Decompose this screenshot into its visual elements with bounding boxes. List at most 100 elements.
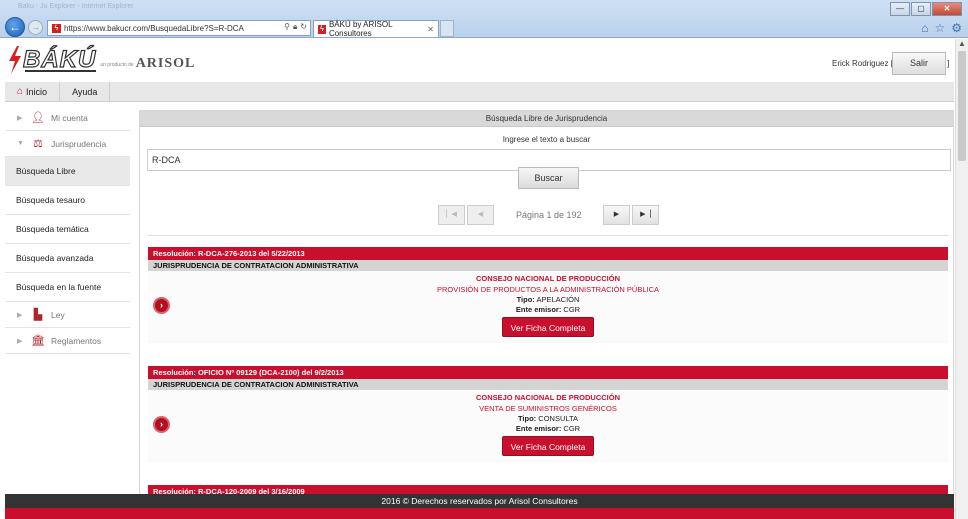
footer-band: [5, 508, 954, 519]
sidebar-item-label: Búsqueda avanzada: [16, 253, 94, 263]
search-prompt: Ingrese el texto a buscar: [502, 135, 591, 144]
expand-arrow-icon[interactable]: ›: [153, 297, 170, 314]
first-page-button[interactable]: ▏◀: [438, 205, 465, 225]
window-title: Baku - Ju Explorer - Internet Explorer: [18, 3, 134, 10]
expand-arrow-icon[interactable]: ›: [153, 416, 170, 433]
user-name: Erick Rodriguez [: [832, 59, 893, 68]
logo-text: BÁKÚ: [22, 45, 97, 74]
prev-page-icon: ◀: [477, 211, 484, 218]
browser-toolbar: ⌂ ☆ ⚙: [921, 21, 962, 35]
tab-close-icon[interactable]: ✕: [427, 25, 434, 34]
user-icon: 👤︎: [31, 111, 45, 124]
address-url[interactable]: https://www.bakucr.com/BusquedaLibre?S=R…: [64, 24, 244, 33]
chevron-right-icon: ▶: [17, 337, 23, 345]
lock-icon[interactable]: 🔒︎: [293, 22, 297, 32]
user-bracket: ]: [947, 59, 950, 68]
home-icon: ⌂: [17, 86, 24, 97]
result-org: CONSEJO NACIONAL DE PRODUCCIÓN: [475, 393, 621, 402]
arisol-logo: ARISOL: [135, 56, 196, 71]
menu-home-label: Inicio: [26, 86, 48, 97]
search-icon[interactable]: ⚲: [284, 22, 290, 32]
sidebar-group-label: Ley: [51, 309, 65, 320]
browser-tab[interactable]: ϟ BÁKÚ by ARISOL Consultores ✕: [313, 20, 439, 38]
result-org: CONSEJO NACIONAL DE PRODUCCIÓN: [475, 274, 621, 283]
sidebar-item-busqueda-avanzada[interactable]: Búsqueda avanzada: [5, 244, 130, 273]
arrow-right-icon: →: [31, 22, 40, 32]
view-full-record-button[interactable]: Ver Ficha Completa: [501, 317, 595, 337]
result-tipo: Tipo: APELACIÓN: [148, 295, 948, 304]
result-description: VENTA DE SUMINISTROS GENÉRICOS: [479, 404, 617, 413]
emisor-label: Ente emisor:: [515, 305, 562, 314]
tipo-value: CONSULTA: [538, 414, 579, 423]
minimize-button[interactable]: —: [890, 2, 910, 16]
sidebar-group-label: Reglamentos: [51, 335, 102, 346]
result-category: JURISPRUDENCIA DE CONTRATACION ADMINISTR…: [148, 379, 948, 390]
tipo-label: Tipo:: [517, 414, 537, 423]
menu-home[interactable]: ⌂ Inicio: [5, 81, 61, 102]
result-description: PROVISIÓN DE PRODUCTOS A LA ADMINISTRACI…: [437, 285, 659, 294]
sidebar-item-busqueda-tematica[interactable]: Búsqueda temática: [5, 215, 130, 244]
result-body: › CONSEJO NACIONAL DE PRODUCCIÓN VENTA D…: [148, 390, 948, 460]
search-panel: Búsqueda Libre de Jurisprudencia Ingrese…: [139, 110, 954, 500]
chevron-down-icon: ▼: [17, 140, 24, 147]
window-controls: — ▢ ✕: [890, 2, 962, 16]
last-page-icon: ▶▕: [640, 211, 651, 218]
next-page-icon: ▶: [613, 211, 620, 218]
result-header: Resolución: OFICIO Nº 09129 (DCA-2100) d…: [148, 366, 948, 379]
result-emisor: Ente emisor: CGR: [148, 305, 948, 314]
first-page-icon: ▏◀: [446, 211, 457, 218]
gavel-icon: ⚖: [33, 137, 43, 150]
emisor-label: Ente emisor:: [515, 424, 562, 433]
view-full-record-button[interactable]: Ver Ficha Completa: [501, 436, 595, 456]
menu-help[interactable]: Ayuda: [60, 81, 111, 102]
sidebar-group-mi-cuenta[interactable]: ▶ 👤︎ Mi cuenta: [5, 105, 130, 131]
sidebar: ▶ 👤︎ Mi cuenta ▼ ⚖ Jurisprudencia Búsque…: [5, 105, 130, 354]
search-button[interactable]: Buscar: [518, 167, 579, 189]
last-page-button[interactable]: ▶▕: [632, 205, 659, 225]
sidebar-item-label: Búsqueda Libre: [16, 166, 76, 176]
home-icon[interactable]: ⌂: [921, 21, 928, 35]
forward-button[interactable]: →: [28, 20, 43, 35]
scroll-thumb[interactable]: [958, 51, 966, 161]
menu-help-label: Ayuda: [72, 86, 98, 97]
scroll-up-icon[interactable]: ▲: [956, 39, 968, 51]
page-scrollbar[interactable]: ▲: [955, 39, 968, 519]
tipo-label: Tipo:: [516, 295, 535, 304]
top-menu: ⌂ Inicio Ayuda: [5, 81, 954, 102]
refresh-icon[interactable]: ↻: [300, 22, 307, 32]
new-tab-button[interactable]: [440, 20, 454, 37]
sidebar-group-jurisprudencia[interactable]: ▼ ⚖ Jurisprudencia: [5, 131, 130, 157]
tab-label: BÁKÚ by ARISOL Consultores: [328, 20, 393, 38]
prev-page-button[interactable]: ◀: [467, 205, 494, 225]
logo-subtitle: un producto de: [100, 62, 134, 68]
address-bar[interactable]: ϟ https://www.bakucr.com/BusquedaLibre?S…: [47, 20, 311, 36]
result-card: Resolución: OFICIO Nº 09129 (DCA-2100) d…: [148, 366, 948, 462]
site-favicon-icon: ϟ: [52, 23, 61, 33]
sidebar-group-ley[interactable]: ▶ ▙ Ley: [5, 302, 130, 328]
page-indicator: Página 1 de 192: [516, 210, 582, 220]
sidebar-item-busqueda-fuente[interactable]: Búsqueda en la fuente: [5, 273, 130, 302]
star-icon[interactable]: ☆: [934, 21, 945, 35]
building-icon: 🏛︎: [31, 334, 45, 347]
result-card: Resolución: R-DCA-276-2013 del 5/22/2013…: [148, 247, 948, 343]
tipo-value: APELACIÓN: [536, 295, 580, 304]
sidebar-item-busqueda-libre[interactable]: Búsqueda Libre: [5, 157, 130, 186]
back-button[interactable]: ←: [5, 17, 25, 37]
sidebar-group-label: Mi cuenta: [51, 112, 88, 123]
maximize-button[interactable]: ▢: [911, 2, 931, 16]
footer: 2016 © Derechos reservados por Arisol Co…: [5, 494, 954, 508]
emisor-value: CGR: [563, 305, 581, 314]
next-page-button[interactable]: ▶: [603, 205, 630, 225]
podium-icon: ▙: [33, 308, 43, 321]
baku-logo[interactable]: BÁKÚ un producto de ARISOL: [8, 44, 195, 76]
chevron-right-icon: ▶: [17, 114, 23, 122]
result-category: JURISPRUDENCIA DE CONTRATACION ADMINISTR…: [148, 260, 948, 271]
sidebar-item-busqueda-tesauro[interactable]: Búsqueda tesauro: [5, 186, 130, 215]
sidebar-item-label: Búsqueda tesauro: [16, 195, 85, 205]
gear-icon[interactable]: ⚙: [951, 21, 962, 35]
lightning-bolt-icon: [8, 46, 22, 74]
logout-button[interactable]: Salir: [892, 52, 946, 75]
divider: [148, 235, 948, 236]
sidebar-group-reglamentos[interactable]: ▶ 🏛︎ Reglamentos: [5, 328, 130, 354]
close-window-button[interactable]: ✕: [932, 2, 962, 16]
